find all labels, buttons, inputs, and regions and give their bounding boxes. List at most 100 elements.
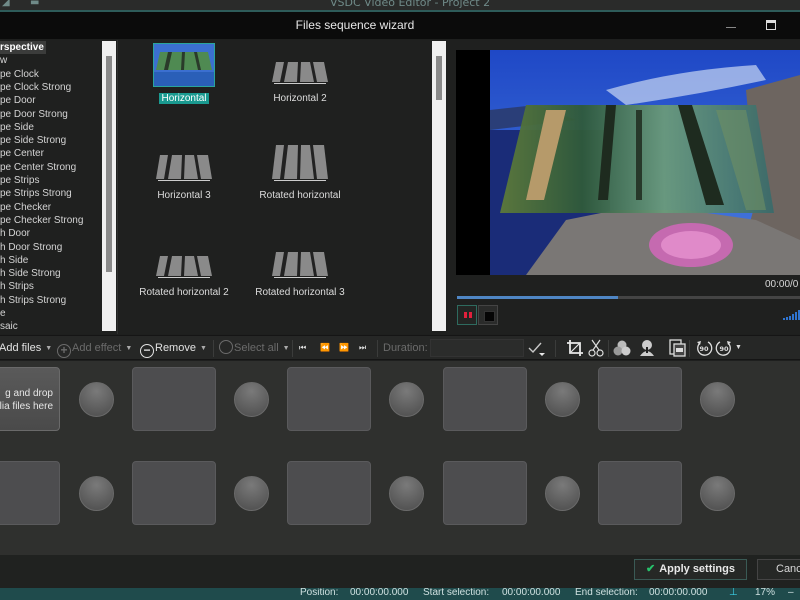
seek-bar[interactable] — [457, 296, 800, 299]
effect-category-item[interactable]: pe Center Strong — [0, 161, 76, 174]
start-selection-label: Start selection: — [423, 588, 490, 598]
effect-category-item[interactable]: h Strips Strong — [0, 294, 66, 307]
cancel-button[interactable]: Cance — [757, 559, 800, 580]
start-selection-value: 00:00:00.000 — [502, 588, 561, 598]
zoom-level: 17% — [755, 588, 776, 598]
category-list-scrollbar[interactable] — [102, 41, 116, 331]
transition-slot[interactable] — [545, 382, 580, 417]
apply-duration-check-icon[interactable] — [526, 338, 546, 358]
app-title-strip: ◢ ▬ VSDC Video Editor - Project 2 — [0, 0, 800, 12]
effect-item[interactable]: Horizontal 2 — [245, 42, 355, 105]
transition-slot[interactable] — [79, 382, 114, 417]
effect-category-item[interactable]: saic — [0, 320, 18, 333]
transition-slot[interactable] — [79, 476, 114, 511]
rotate-ccw-90-icon[interactable]: 90 — [694, 338, 714, 358]
fit-zoom-icon[interactable]: ⊥ — [729, 588, 738, 598]
rotate-cw-90-icon[interactable]: 90 — [714, 338, 734, 358]
fast-forward-icon: ⏩ — [339, 343, 349, 352]
transition-slot[interactable] — [545, 476, 580, 511]
effect-item[interactable]: Rotated horizontal — [245, 139, 355, 202]
transition-slot[interactable] — [700, 382, 735, 417]
effects-grid-scrollbar[interactable] — [432, 41, 446, 331]
effect-category-item[interactable]: h Door — [0, 227, 30, 240]
drop-zone[interactable]: g and drop lia files here — [0, 367, 60, 431]
media-slot[interactable] — [287, 367, 371, 431]
media-slot[interactable] — [443, 461, 527, 525]
volume-icon[interactable] — [783, 310, 800, 320]
effect-category-item[interactable]: pe Checker — [0, 201, 51, 214]
add-effect-button[interactable]: + Add effect ▼ — [57, 336, 132, 360]
transition-slot[interactable] — [389, 476, 424, 511]
transition-slot[interactable] — [700, 476, 735, 511]
effect-category-item[interactable]: pe Center — [0, 147, 44, 160]
category-list-scroll-thumb[interactable] — [106, 56, 112, 272]
app-menu-icon[interactable]: ▬ — [30, 0, 39, 8]
effect-category-item[interactable]: pe Door — [0, 94, 36, 107]
last-frame-button[interactable]: ⏭ — [359, 336, 366, 360]
transition-slot[interactable] — [389, 382, 424, 417]
toolbar: Add files ▼ + Add effect ▼ − Remove ▼ Select … — [0, 335, 800, 360]
chevron-down-icon[interactable]: ▼ — [125, 345, 132, 352]
minimize-button[interactable] — [722, 16, 742, 34]
effect-category-item[interactable]: h Side — [0, 254, 28, 267]
zoom-slider[interactable]: – — [788, 588, 794, 598]
effect-category-item[interactable]: pe Clock — [0, 68, 39, 81]
effect-category-item[interactable]: pe Side Strong — [0, 134, 66, 147]
effect-category-item[interactable]: pe Checker Strong — [0, 214, 83, 227]
first-frame-button[interactable]: ⏮ — [299, 336, 306, 360]
effect-item[interactable]: Rotated horizontal 2 — [129, 236, 239, 299]
duration-input[interactable] — [430, 339, 524, 357]
chevron-down-icon[interactable]: ▼ — [283, 345, 290, 352]
remove-button[interactable]: − Remove ▼ — [140, 336, 207, 360]
media-slot[interactable] — [0, 461, 60, 525]
media-slot[interactable] — [287, 461, 371, 525]
maximize-button[interactable] — [766, 20, 776, 30]
effect-category-item[interactable]: rspective — [0, 41, 46, 54]
storyboard: g and drop lia files here — [0, 361, 800, 555]
media-slot[interactable] — [598, 367, 682, 431]
effect-category-item[interactable]: h Side Strong — [0, 267, 61, 280]
effect-category-item[interactable]: pe Clock Strong — [0, 81, 71, 94]
duplicate-icon[interactable] — [667, 338, 687, 358]
pause-button[interactable] — [457, 305, 477, 325]
crop-icon[interactable] — [565, 338, 585, 358]
effect-category-item[interactable]: pe Strips Strong — [0, 187, 72, 200]
media-slot[interactable] — [132, 461, 216, 525]
effects-grid-scroll-thumb[interactable] — [436, 56, 442, 100]
effect-item[interactable]: Rotated horizontal 3 — [245, 236, 355, 299]
effect-category-item[interactable]: h Door Strong — [0, 241, 62, 254]
effect-category-item[interactable]: h Strips — [0, 280, 34, 293]
app-logo-icon: ◢ — [2, 0, 10, 8]
effect-category-item[interactable]: w — [0, 54, 7, 67]
object-effects-icon[interactable] — [637, 338, 657, 358]
effect-category-item[interactable]: e — [0, 307, 6, 320]
effect-label: Rotated horizontal 2 — [139, 287, 229, 298]
chevron-down-icon[interactable]: ▼ — [45, 345, 52, 352]
dialog-titlebar: Files sequence wizard — [0, 12, 800, 39]
media-slot[interactable] — [132, 367, 216, 431]
effect-category-item[interactable]: pe Side — [0, 121, 34, 134]
effect-label: Horizontal — [159, 93, 209, 104]
position-value: 00:00:00.000 — [350, 588, 409, 598]
previous-frame-button[interactable]: ⏪ — [320, 336, 330, 360]
seek-bar-fill — [457, 296, 619, 299]
effect-category-item[interactable]: pe Strips — [0, 174, 39, 187]
transition-slot[interactable] — [234, 476, 269, 511]
add-files-button[interactable]: Add files ▼ — [0, 336, 52, 360]
media-slot[interactable] — [443, 367, 527, 431]
scissors-icon[interactable] — [586, 338, 606, 358]
next-frame-button[interactable]: ⏩ — [339, 336, 349, 360]
media-slot[interactable] — [598, 461, 682, 525]
effect-category-item[interactable]: pe Door Strong — [0, 108, 68, 121]
effect-item[interactable]: Horizontal 3 — [129, 139, 239, 202]
select-all-button[interactable]: Select all ▼ — [219, 336, 290, 360]
effect-item[interactable]: Horizontal — [129, 42, 239, 105]
effect-label: Horizontal 3 — [157, 190, 211, 201]
effect-label: Rotated horizontal 3 — [255, 287, 345, 298]
stop-button[interactable] — [478, 305, 498, 325]
color-effects-icon[interactable] — [612, 338, 632, 358]
rotate-options-chevron-icon[interactable]: ▼ — [735, 336, 742, 360]
transition-slot[interactable] — [234, 382, 269, 417]
chevron-down-icon[interactable]: ▼ — [200, 345, 207, 352]
apply-settings-button[interactable]: ✔ Apply settings — [634, 559, 747, 580]
